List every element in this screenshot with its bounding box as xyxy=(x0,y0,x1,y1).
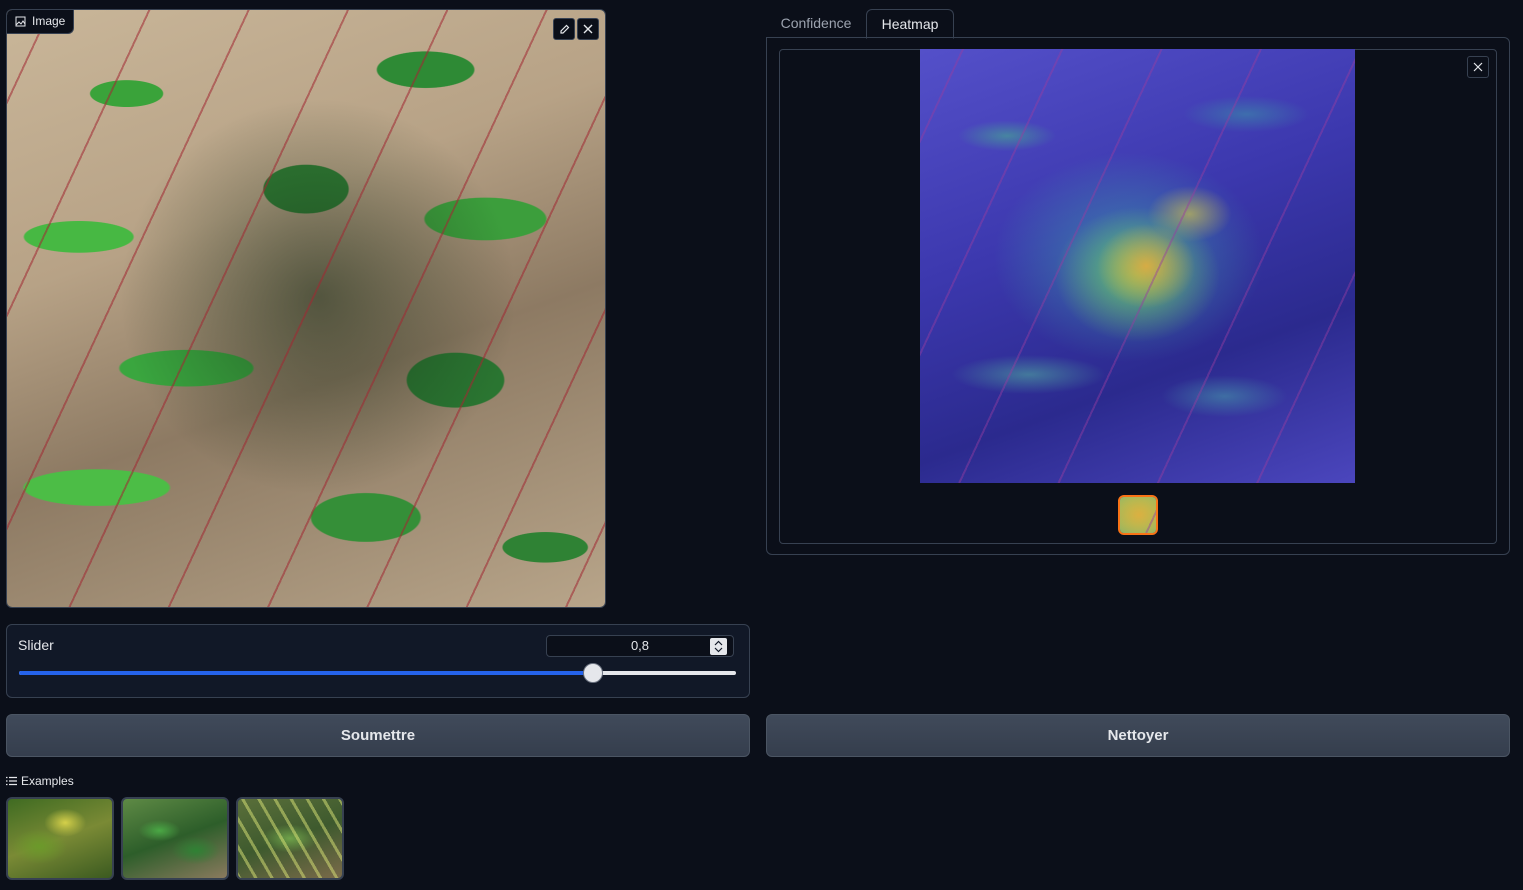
example-thumbnail-2[interactable] xyxy=(121,797,229,880)
edit-icon xyxy=(559,24,569,34)
slider-thumb[interactable] xyxy=(582,663,603,683)
examples-label: Examples xyxy=(21,774,74,788)
tab-confidence[interactable]: Confidence xyxy=(766,9,866,37)
example-thumbnail-3[interactable] xyxy=(236,797,344,880)
spinner-arrows-icon xyxy=(714,640,723,653)
image-icon xyxy=(15,16,26,26)
number-spinner[interactable] xyxy=(710,638,727,655)
edit-button[interactable] xyxy=(553,18,575,40)
clear-image-button[interactable] xyxy=(577,18,599,40)
gallery-thumbnail-selected[interactable] xyxy=(1118,495,1158,535)
close-icon xyxy=(1473,62,1483,72)
example-thumbnail-1[interactable] xyxy=(6,797,114,880)
heatmap-overlay xyxy=(920,49,1355,483)
input-image-component[interactable]: Image xyxy=(6,9,606,608)
image-label-text: Image xyxy=(32,14,66,28)
image-block-label: Image xyxy=(7,10,75,34)
heatmap-preview-image xyxy=(920,49,1355,483)
thumbnail-image xyxy=(1120,497,1156,533)
clear-button[interactable]: Nettoyer xyxy=(766,714,1510,757)
slider-track-fill xyxy=(19,671,593,675)
close-icon xyxy=(583,24,593,34)
list-icon xyxy=(6,776,17,786)
submit-button[interactable]: Soumettre xyxy=(6,714,750,757)
slider-label: Slider xyxy=(18,637,54,653)
slider-number-input[interactable] xyxy=(546,635,734,657)
tab-heatmap[interactable]: Heatmap xyxy=(866,9,954,39)
cassava-plant-image xyxy=(7,10,605,607)
close-preview-button[interactable] xyxy=(1467,56,1489,78)
examples-header: Examples xyxy=(6,774,74,788)
